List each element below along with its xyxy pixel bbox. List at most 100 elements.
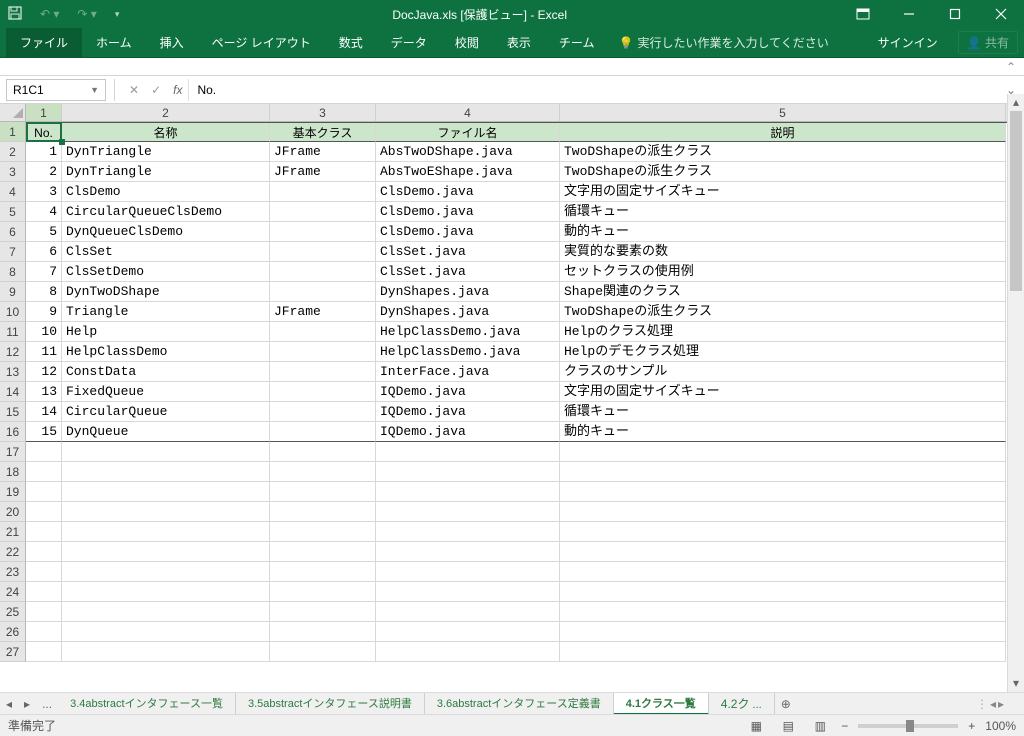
hscroll-left-icon[interactable]: ◂ [990,697,996,711]
cell[interactable]: クラスのサンプル [560,362,1006,382]
cell[interactable]: 文字用の固定サイズキュー [560,382,1006,402]
cell[interactable]: ファイル名 [376,123,560,142]
cell[interactable]: 7 [26,262,62,282]
row-header[interactable]: 8 [0,262,26,282]
cell[interactable] [560,582,1006,602]
cell[interactable]: AbsTwoEShape.java [376,162,560,182]
cell[interactable]: ClsSet.java [376,262,560,282]
cell[interactable]: 8 [26,282,62,302]
cell[interactable]: 6 [26,242,62,262]
row-header[interactable]: 16 [0,422,26,442]
cell[interactable] [270,382,376,402]
cell[interactable]: 説明 [560,123,1006,142]
cell[interactable]: Help [62,322,270,342]
cell[interactable] [270,602,376,622]
cell[interactable]: DynQueueClsDemo [62,222,270,242]
hscroll-right-icon[interactable]: ▸ [998,697,1004,711]
new-sheet-icon[interactable]: ⊕ [775,697,797,711]
tab-insert[interactable]: 挿入 [146,28,198,58]
row-header[interactable]: 3 [0,162,26,182]
cell[interactable]: DynTriangle [62,162,270,182]
cell[interactable]: TwoDShapeの派生クラス [560,142,1006,162]
cell[interactable] [62,482,270,502]
cell[interactable]: TwoDShapeの派生クラス [560,162,1006,182]
row-header[interactable]: 10 [0,302,26,322]
cell[interactable] [62,442,270,462]
cell[interactable] [26,522,62,542]
zoom-in-button[interactable]: + [968,719,975,733]
cell[interactable] [270,422,376,442]
cell[interactable] [62,522,270,542]
cell[interactable] [62,542,270,562]
tab-formulas[interactable]: 数式 [325,28,377,58]
cell[interactable]: DynShapes.java [376,282,560,302]
sheet-tab[interactable]: 3.6abstractインタフェース定義書 [425,693,614,715]
share-button[interactable]: 👤 共有 [958,31,1018,54]
cell[interactable] [376,562,560,582]
tab-layout[interactable]: ページ レイアウト [198,28,325,58]
row-header[interactable]: 7 [0,242,26,262]
cell[interactable] [270,542,376,562]
cell[interactable] [270,562,376,582]
zoom-level[interactable]: 100% [985,719,1016,733]
sheet-nav-more[interactable]: ... [36,697,58,711]
spreadsheet-grid[interactable]: 1 2 3 4 5 123456789101112131415161718192… [0,104,1024,662]
row-header[interactable]: 26 [0,622,26,642]
cell[interactable]: 名称 [62,123,270,142]
minimize-button[interactable] [886,0,932,28]
cell[interactable]: 13 [26,382,62,402]
cell[interactable]: DynTwoDShape [62,282,270,302]
cell[interactable]: CircularQueueClsDemo [62,202,270,222]
cell[interactable]: InterFace.java [376,362,560,382]
page-break-view-icon[interactable]: ▥ [809,719,831,733]
name-box[interactable]: R1C1▼ [6,79,106,101]
cell[interactable]: 5 [26,222,62,242]
cell[interactable] [560,522,1006,542]
cell[interactable]: ClsSetDemo [62,262,270,282]
cell[interactable] [376,542,560,562]
row-header[interactable]: 24 [0,582,26,602]
row-header[interactable]: 11 [0,322,26,342]
cell[interactable]: 動的キュー [560,222,1006,242]
cell[interactable]: ConstData [62,362,270,382]
cell[interactable] [270,402,376,422]
cell[interactable] [560,622,1006,642]
cell[interactable] [376,602,560,622]
cell[interactable]: Triangle [62,302,270,322]
cell[interactable] [376,482,560,502]
sheet-tab[interactable]: 4.1クラス一覧 [614,693,709,715]
cell[interactable] [560,562,1006,582]
cell[interactable] [270,502,376,522]
collapse-ribbon-icon[interactable]: ⌃ [1006,60,1016,74]
cell[interactable] [26,602,62,622]
row-header[interactable]: 22 [0,542,26,562]
cell[interactable]: ClsDemo.java [376,222,560,242]
cell[interactable] [376,502,560,522]
col-header[interactable]: 5 [560,104,1006,121]
formula-input[interactable]: No. [188,79,997,101]
cell[interactable]: Shape関連のクラス [560,282,1006,302]
cell[interactable]: 2 [26,162,62,182]
cell[interactable] [270,522,376,542]
cell[interactable]: 11 [26,342,62,362]
tab-data[interactable]: データ [377,28,441,58]
cell[interactable] [62,462,270,482]
row-header[interactable]: 19 [0,482,26,502]
cell[interactable] [62,502,270,522]
undo-icon[interactable]: ↶ ▾ [40,7,59,21]
cell[interactable]: JFrame [270,162,376,182]
cell[interactable] [560,482,1006,502]
cell[interactable]: IQDemo.java [376,402,560,422]
cell[interactable]: Helpのクラス処理 [560,322,1006,342]
row-header[interactable]: 15 [0,402,26,422]
cell[interactable] [376,522,560,542]
tab-home[interactable]: ホーム [82,28,146,58]
cell[interactable]: DynShapes.java [376,302,560,322]
cell[interactable] [270,462,376,482]
scroll-down-icon[interactable]: ▾ [1008,675,1024,692]
cell[interactable] [62,622,270,642]
cell[interactable] [26,542,62,562]
row-header[interactable]: 6 [0,222,26,242]
cell[interactable] [62,582,270,602]
cell[interactable]: HelpClassDemo [62,342,270,362]
